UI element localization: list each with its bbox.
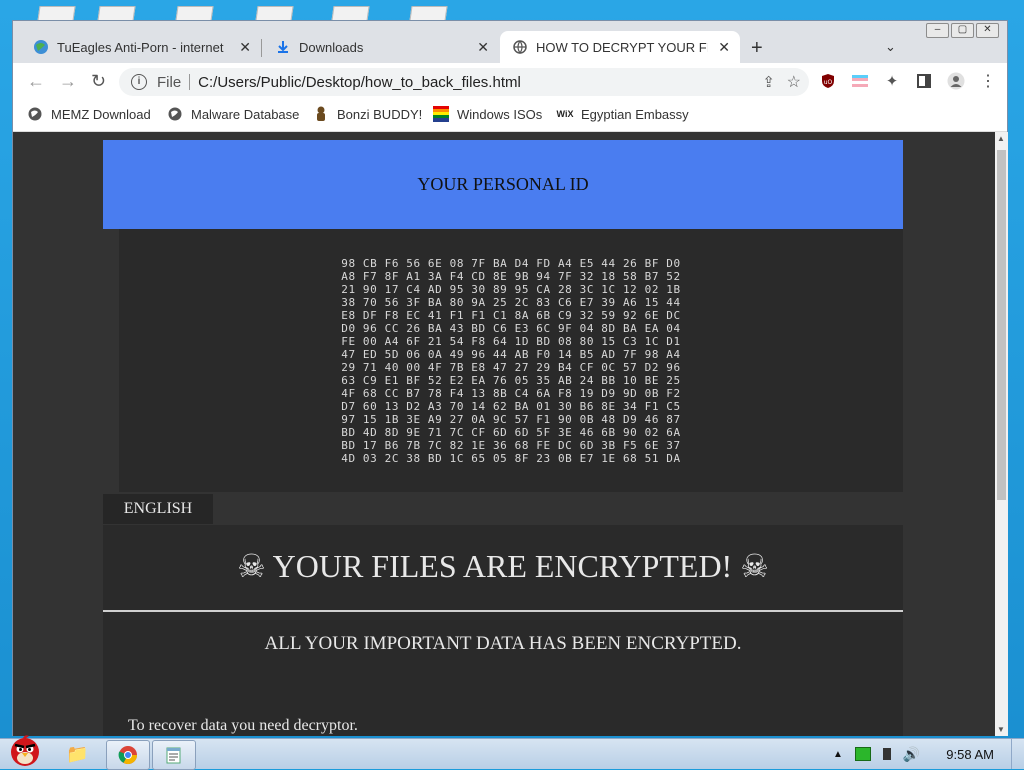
scrollbar-thumb[interactable] [997, 150, 1006, 500]
language-tab-english[interactable]: ENGLISH [103, 494, 213, 524]
windows-flag-icon [433, 106, 449, 122]
globe-icon [27, 106, 43, 122]
bonzi-icon [313, 106, 329, 122]
globe-icon [167, 106, 183, 122]
page-viewport: YOUR PERSONAL ID 98 CB F6 56 6E 08 7F BA… [13, 132, 995, 736]
ublock-icon[interactable]: uO [819, 72, 837, 90]
ransom-paragraph: To recover data you need decryptor. [128, 717, 358, 734]
taskbar: 📁 ▲ 🔊 9:58 AM [0, 735, 1024, 770]
browser-window: – ▢ ✕ TuEagles Anti-Porn - internet filt… [12, 20, 1008, 736]
monitor-icon[interactable] [882, 748, 891, 760]
show-desktop-button[interactable] [1011, 739, 1024, 769]
scheme-label: File [157, 73, 182, 91]
url-text[interactable]: C:/Users/Public/Desktop/how_to_back_file… [198, 74, 521, 91]
notepad-icon [166, 747, 181, 764]
tab-divider [261, 39, 262, 57]
ransom-subheadline: ALL YOUR IMPORTANT DATA HAS BEEN ENCRYPT… [264, 633, 742, 654]
menu-kebab-icon[interactable]: ⋮ [979, 72, 997, 90]
profile-avatar-icon[interactable] [947, 72, 965, 90]
start-button-angry-bird-icon[interactable] [2, 731, 48, 769]
volume-icon[interactable]: 🔊 [903, 746, 920, 763]
close-tab-icon[interactable]: ✕ [477, 39, 489, 56]
wix-icon: WiX [556, 109, 574, 119]
explorer-folder-icon[interactable]: 📁 [66, 744, 88, 765]
bookmark-bonzi-buddy[interactable]: Bonzi BUDDY! [313, 106, 422, 122]
tab-title: TuEagles Anti-Porn - internet filter [57, 39, 225, 55]
bookmark-memz[interactable]: MEMZ Download [27, 106, 151, 122]
reload-icon[interactable]: ↻ [91, 71, 106, 92]
address-bar[interactable]: i File C:/Users/Public/Desktop/how_to_ba… [119, 68, 809, 96]
bookmark-label: Windows ISOs [457, 106, 543, 122]
tab-title: HOW TO DECRYPT YOUR FILES [536, 39, 708, 55]
bookmark-label: MEMZ Download [51, 106, 151, 122]
ransom-note-panel: ☠ YOUR FILES ARE ENCRYPTED! ☠ ALL YOUR I… [103, 525, 903, 736]
bookmark-label: Egyptian Embassy [581, 106, 689, 122]
tab-search-chevron-icon[interactable]: ⌄ [885, 39, 896, 55]
info-icon[interactable]: i [131, 74, 147, 90]
scroll-up-arrow-icon[interactable]: ▲ [997, 134, 1005, 143]
tab-how-to-decrypt[interactable]: HOW TO DECRYPT YOUR FILES ✕ [500, 31, 740, 63]
download-icon [275, 39, 291, 55]
bookmark-malware-database[interactable]: Malware Database [167, 106, 299, 122]
share-icon[interactable]: ⇪ [762, 73, 775, 91]
new-tab-button[interactable]: + [751, 37, 763, 60]
clock[interactable]: 9:58 AM [946, 747, 994, 762]
tab-downloads[interactable]: Downloads ✕ [263, 31, 499, 63]
close-tab-icon[interactable]: ✕ [718, 39, 730, 56]
taskbar-notepad-button[interactable] [152, 740, 196, 770]
network-icon[interactable] [854, 747, 871, 761]
personal-id-hex: 98 CB F6 56 6E 08 7F BA D4 FD A4 E5 44 2… [341, 257, 681, 465]
bookmark-egyptian-embassy[interactable]: WiX Egyptian Embassy [557, 106, 689, 122]
scroll-down-arrow-icon[interactable]: ▼ [997, 725, 1005, 734]
bookmarks-bar: MEMZ Download Malware Database Bonzi BUD… [13, 101, 1007, 132]
globe-icon [33, 39, 49, 55]
close-tab-icon[interactable]: ✕ [239, 39, 251, 56]
tab-title: Downloads [299, 39, 364, 55]
bookmark-label: Bonzi BUDDY! [337, 106, 423, 122]
personal-id-box: 98 CB F6 56 6E 08 7F BA D4 FD A4 E5 44 2… [119, 229, 903, 492]
tab-tueagles[interactable]: TuEagles Anti-Porn - internet filter ✕ [21, 31, 261, 63]
chrome-icon [118, 746, 137, 765]
omnibox-divider [189, 74, 191, 90]
divider [103, 610, 903, 612]
toolbar: ← → ↻ i File C:/Users/Public/Desktop/how… [13, 63, 1007, 101]
page-scrollbar[interactable]: ▲ ▼ [995, 132, 1008, 736]
ransom-headline: ☠ YOUR FILES ARE ENCRYPTED! ☠ [237, 548, 769, 584]
extensions-puzzle-icon[interactable]: ✦ [883, 72, 901, 90]
bookmark-label: Malware Database [191, 106, 300, 122]
pride-extension-icon[interactable] [851, 72, 869, 90]
personal-id-header: YOUR PERSONAL ID [103, 140, 903, 229]
svg-text:uO: uO [824, 79, 833, 86]
forward-arrow-icon[interactable]: → [59, 71, 77, 92]
bookmark-star-icon[interactable]: ☆ [787, 72, 801, 92]
tab-strip: TuEagles Anti-Porn - internet filter ✕ D… [13, 29, 1007, 63]
back-arrow-icon[interactable]: ← [27, 71, 45, 92]
bookmark-windows-isos[interactable]: Windows ISOs [433, 106, 542, 122]
show-hidden-icons-icon[interactable]: ▲ [833, 749, 843, 760]
taskbar-chrome-button[interactable] [106, 740, 150, 770]
system-tray: ▲ 🔊 9:58 AM [833, 739, 1024, 769]
side-panel-icon[interactable] [915, 72, 933, 90]
globe-icon [512, 39, 528, 55]
